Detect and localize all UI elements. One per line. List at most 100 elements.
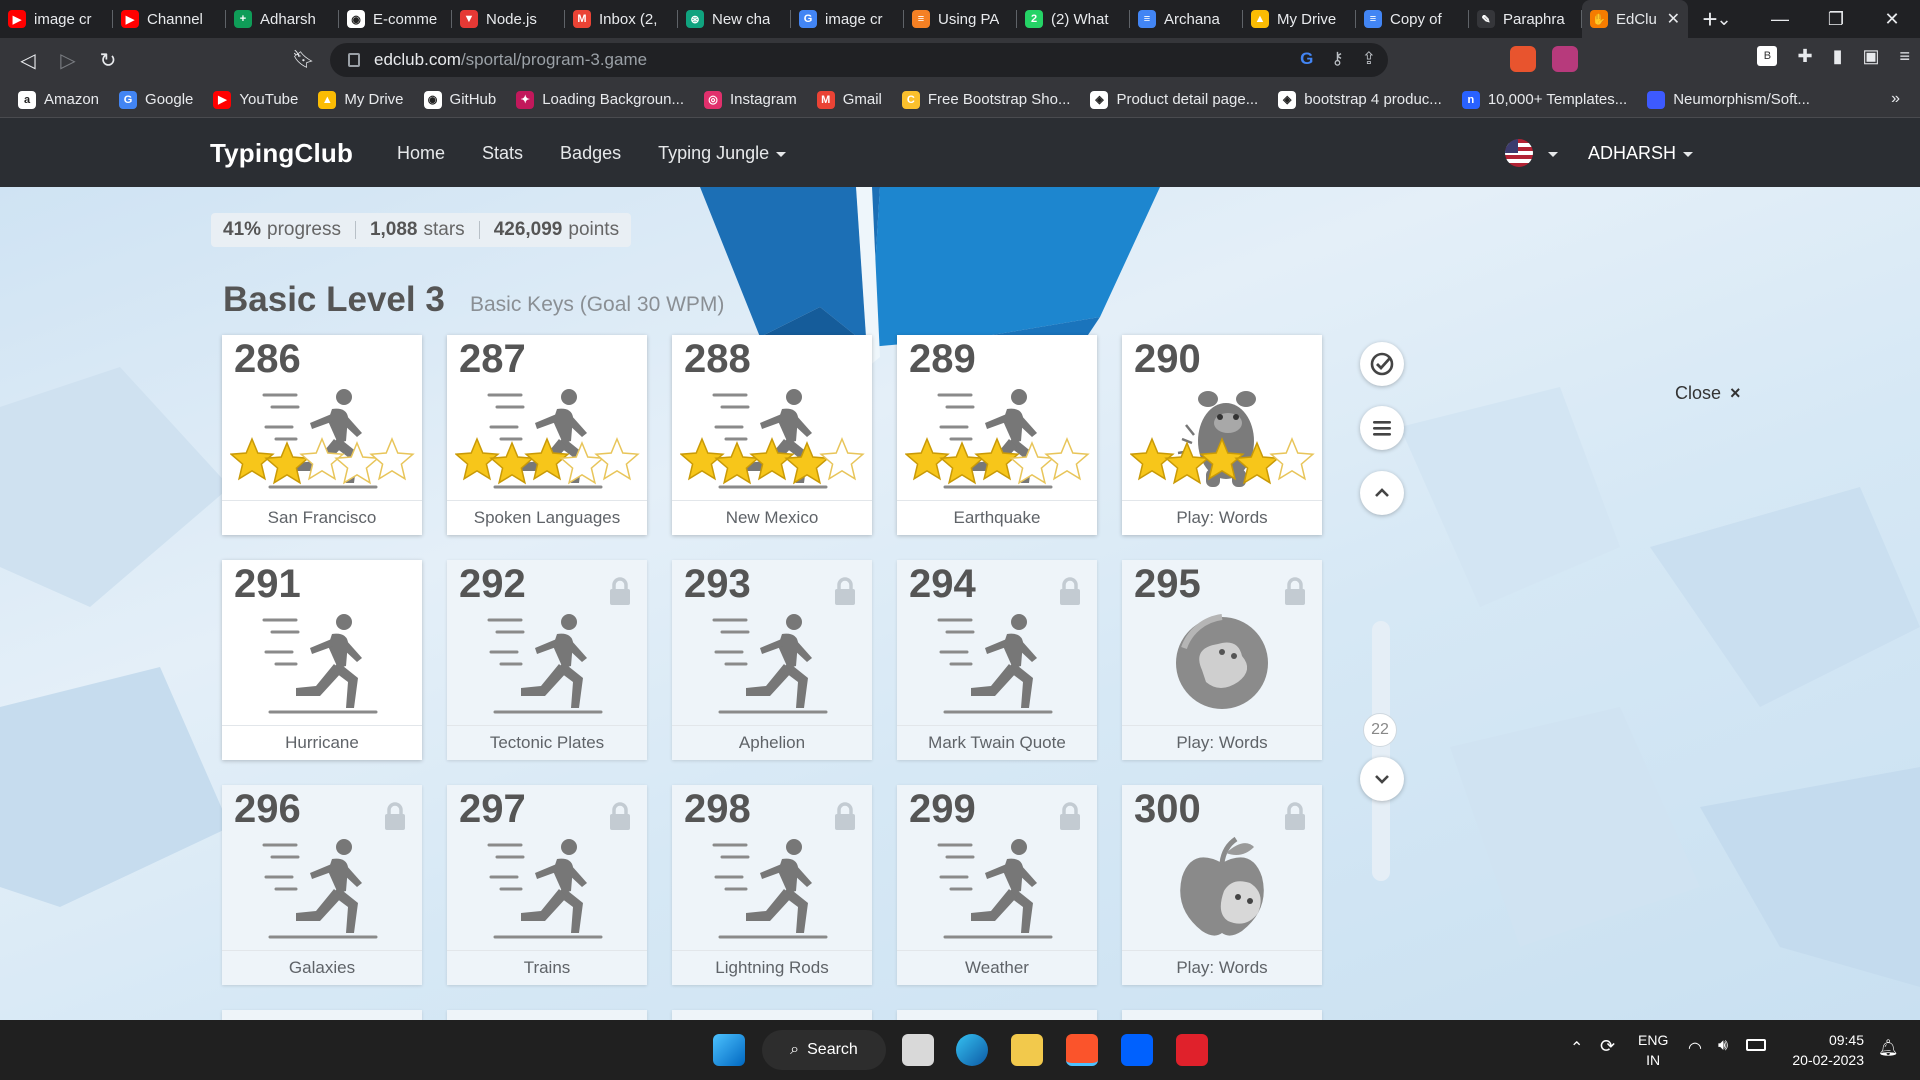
- nav-home[interactable]: Home: [397, 143, 445, 164]
- close-window-button[interactable]: ✕: [1864, 9, 1920, 30]
- address-bar[interactable]: edclub.com/sportal/program-3.game G ⚷ ⇪: [330, 43, 1388, 77]
- brave-rewards-icon[interactable]: [1552, 46, 1578, 72]
- bookmark-item[interactable]: Neumorphism/Soft...: [1647, 90, 1810, 109]
- lesson-card-partial[interactable]: [222, 1010, 422, 1020]
- start-icon[interactable]: [713, 1034, 745, 1066]
- bookmark-item[interactable]: G Google: [119, 90, 193, 109]
- bookmark-item[interactable]: ▶ YouTube: [213, 90, 298, 109]
- bookmark-item[interactable]: a Amazon: [18, 90, 99, 109]
- tab-search-icon[interactable]: ⌄: [1696, 9, 1752, 30]
- lesson-card[interactable]: 298 Lightning Rods: [672, 785, 872, 985]
- browser-tab[interactable]: 2 (2) What: [1017, 0, 1130, 38]
- lesson-card[interactable]: 286 San Francisco: [222, 335, 422, 535]
- browser-tab[interactable]: ✎ Paraphra: [1469, 0, 1582, 38]
- language-chevron-down-icon[interactable]: [1548, 152, 1558, 157]
- lesson-card[interactable]: 294 Mark Twain Quote: [897, 560, 1097, 760]
- sidebar-icon[interactable]: ▮: [1833, 46, 1843, 67]
- bookmark-item[interactable]: ✦ Loading Backgroun...: [516, 90, 684, 109]
- bookmark-item[interactable]: ◈ Product detail page...: [1090, 90, 1258, 109]
- browser-tab[interactable]: ◉ E-comme: [339, 0, 452, 38]
- wallet-icon[interactable]: ▣: [1862, 46, 1879, 67]
- lesson-card[interactable]: 296 Galaxies: [222, 785, 422, 985]
- browser-tab[interactable]: ▼ Node.js: [452, 0, 565, 38]
- scroll-position-indicator[interactable]: 22: [1363, 713, 1397, 747]
- completed-filter-button[interactable]: [1360, 342, 1404, 386]
- menu-icon[interactable]: ≡: [1899, 46, 1910, 67]
- extension-b-icon[interactable]: B: [1757, 46, 1778, 66]
- lesson-card[interactable]: 295 Play: Words: [1122, 560, 1322, 760]
- lesson-scroll-track[interactable]: [1372, 621, 1390, 881]
- amd-icon[interactable]: [1176, 1034, 1208, 1066]
- lock-icon[interactable]: [348, 53, 360, 67]
- lesson-card[interactable]: 291 Hurricane: [222, 560, 422, 760]
- taskbar-search[interactable]: ⌕ Search: [762, 1030, 886, 1070]
- sync-icon[interactable]: ⟳: [1600, 1036, 1615, 1057]
- dropbox-icon[interactable]: [1121, 1034, 1153, 1066]
- menu-button[interactable]: [1360, 406, 1404, 450]
- tab-close-icon[interactable]: ✕: [1667, 9, 1680, 29]
- back-icon[interactable]: ◁: [8, 48, 48, 73]
- show-hidden-icons[interactable]: ⌃: [1570, 1038, 1583, 1058]
- volume-icon[interactable]: 🔊︎: [1718, 1037, 1728, 1055]
- lesson-card[interactable]: 299 Weather: [897, 785, 1097, 985]
- clock[interactable]: 09:45 20-02-2023: [1784, 1030, 1864, 1070]
- minimize-button[interactable]: —: [1752, 9, 1808, 30]
- browser-tab[interactable]: ≡ Archana: [1130, 0, 1243, 38]
- lesson-card[interactable]: 297 Trains: [447, 785, 647, 985]
- scroll-up-button[interactable]: [1360, 471, 1404, 515]
- us-flag-icon[interactable]: [1505, 139, 1533, 167]
- extensions-icon[interactable]: ✚: [1797, 46, 1812, 67]
- bookmark-item[interactable]: n 10,000+ Templates...: [1461, 90, 1627, 109]
- browser-tab[interactable]: ≡ Using PA: [904, 0, 1017, 38]
- lesson-card[interactable]: 290 Play: Words: [1122, 335, 1322, 535]
- reload-icon[interactable]: ↻: [88, 48, 128, 73]
- forward-icon[interactable]: ▷: [48, 48, 88, 73]
- lesson-card[interactable]: 292 Tectonic Plates: [447, 560, 647, 760]
- browser-tab[interactable]: M Inbox (2,: [565, 0, 678, 38]
- browser-tab[interactable]: + Adharsh: [226, 0, 339, 38]
- battery-icon[interactable]: [1746, 1039, 1766, 1051]
- lesson-card[interactable]: 287 Spoken Languages: [447, 335, 647, 535]
- lesson-card[interactable]: 300 Play: Words: [1122, 785, 1322, 985]
- bookmark-item[interactable]: C Free Bootstrap Sho...: [901, 90, 1070, 109]
- nav-badges[interactable]: Badges: [560, 143, 621, 164]
- key-icon[interactable]: ⚷: [1331, 49, 1343, 69]
- bookmark-item[interactable]: ▲ My Drive: [318, 90, 404, 109]
- tab-active[interactable]: ✋ EdClu ✕: [1582, 0, 1688, 38]
- user-menu[interactable]: ADHARSH: [1588, 143, 1694, 164]
- bookmark-item[interactable]: ◈ bootstrap 4 produc...: [1278, 90, 1442, 109]
- bookmark-item[interactable]: ◎ Instagram: [704, 90, 797, 109]
- edge-icon[interactable]: [956, 1034, 988, 1066]
- bookmark-item[interactable]: ◉ GitHub: [423, 90, 496, 109]
- brave-shields-icon[interactable]: [1510, 46, 1536, 72]
- wifi-icon[interactable]: ◠: [1688, 1038, 1702, 1058]
- bookmark-icon[interactable]: 🔖︎: [292, 49, 315, 70]
- language-indicator[interactable]: ENG IN: [1638, 1030, 1668, 1070]
- lesson-card[interactable]: 288 New Mexico: [672, 335, 872, 535]
- browser-tab[interactable]: ▲ My Drive: [1243, 0, 1356, 38]
- lesson-card-partial[interactable]: [672, 1010, 872, 1020]
- file-explorer-icon[interactable]: [1011, 1034, 1043, 1066]
- browser-tab[interactable]: ▶ Channel: [113, 0, 226, 38]
- site-logo[interactable]: TypingClub: [210, 138, 353, 169]
- lesson-card-partial[interactable]: [447, 1010, 647, 1020]
- lesson-card-partial[interactable]: [897, 1010, 1097, 1020]
- nav-typing-jungle[interactable]: Typing Jungle: [658, 143, 787, 164]
- browser-tab[interactable]: ⊛ New cha: [678, 0, 791, 38]
- notifications-icon[interactable]: 🔔︎: [1878, 1038, 1898, 1058]
- lesson-card[interactable]: 293 Aphelion: [672, 560, 872, 760]
- bookmarks-more-icon[interactable]: »: [1891, 90, 1900, 108]
- brave-browser-icon[interactable]: [1066, 1034, 1098, 1066]
- scroll-down-button[interactable]: [1360, 757, 1404, 801]
- share-icon[interactable]: ⇪: [1362, 49, 1376, 69]
- browser-tab[interactable]: ≡ Copy of: [1356, 0, 1469, 38]
- lesson-card[interactable]: 289 Earthquake: [897, 335, 1097, 535]
- close-panel-link[interactable]: Close ×: [1675, 383, 1741, 404]
- restore-button[interactable]: ❐: [1808, 9, 1864, 30]
- browser-tab[interactable]: ▶ image cr: [0, 0, 113, 38]
- nav-stats[interactable]: Stats: [482, 143, 523, 164]
- lesson-card-partial[interactable]: [1122, 1010, 1322, 1020]
- google-icon[interactable]: G: [1300, 49, 1313, 69]
- bookmark-item[interactable]: M Gmail: [816, 90, 882, 109]
- task-view-icon[interactable]: [902, 1034, 934, 1066]
